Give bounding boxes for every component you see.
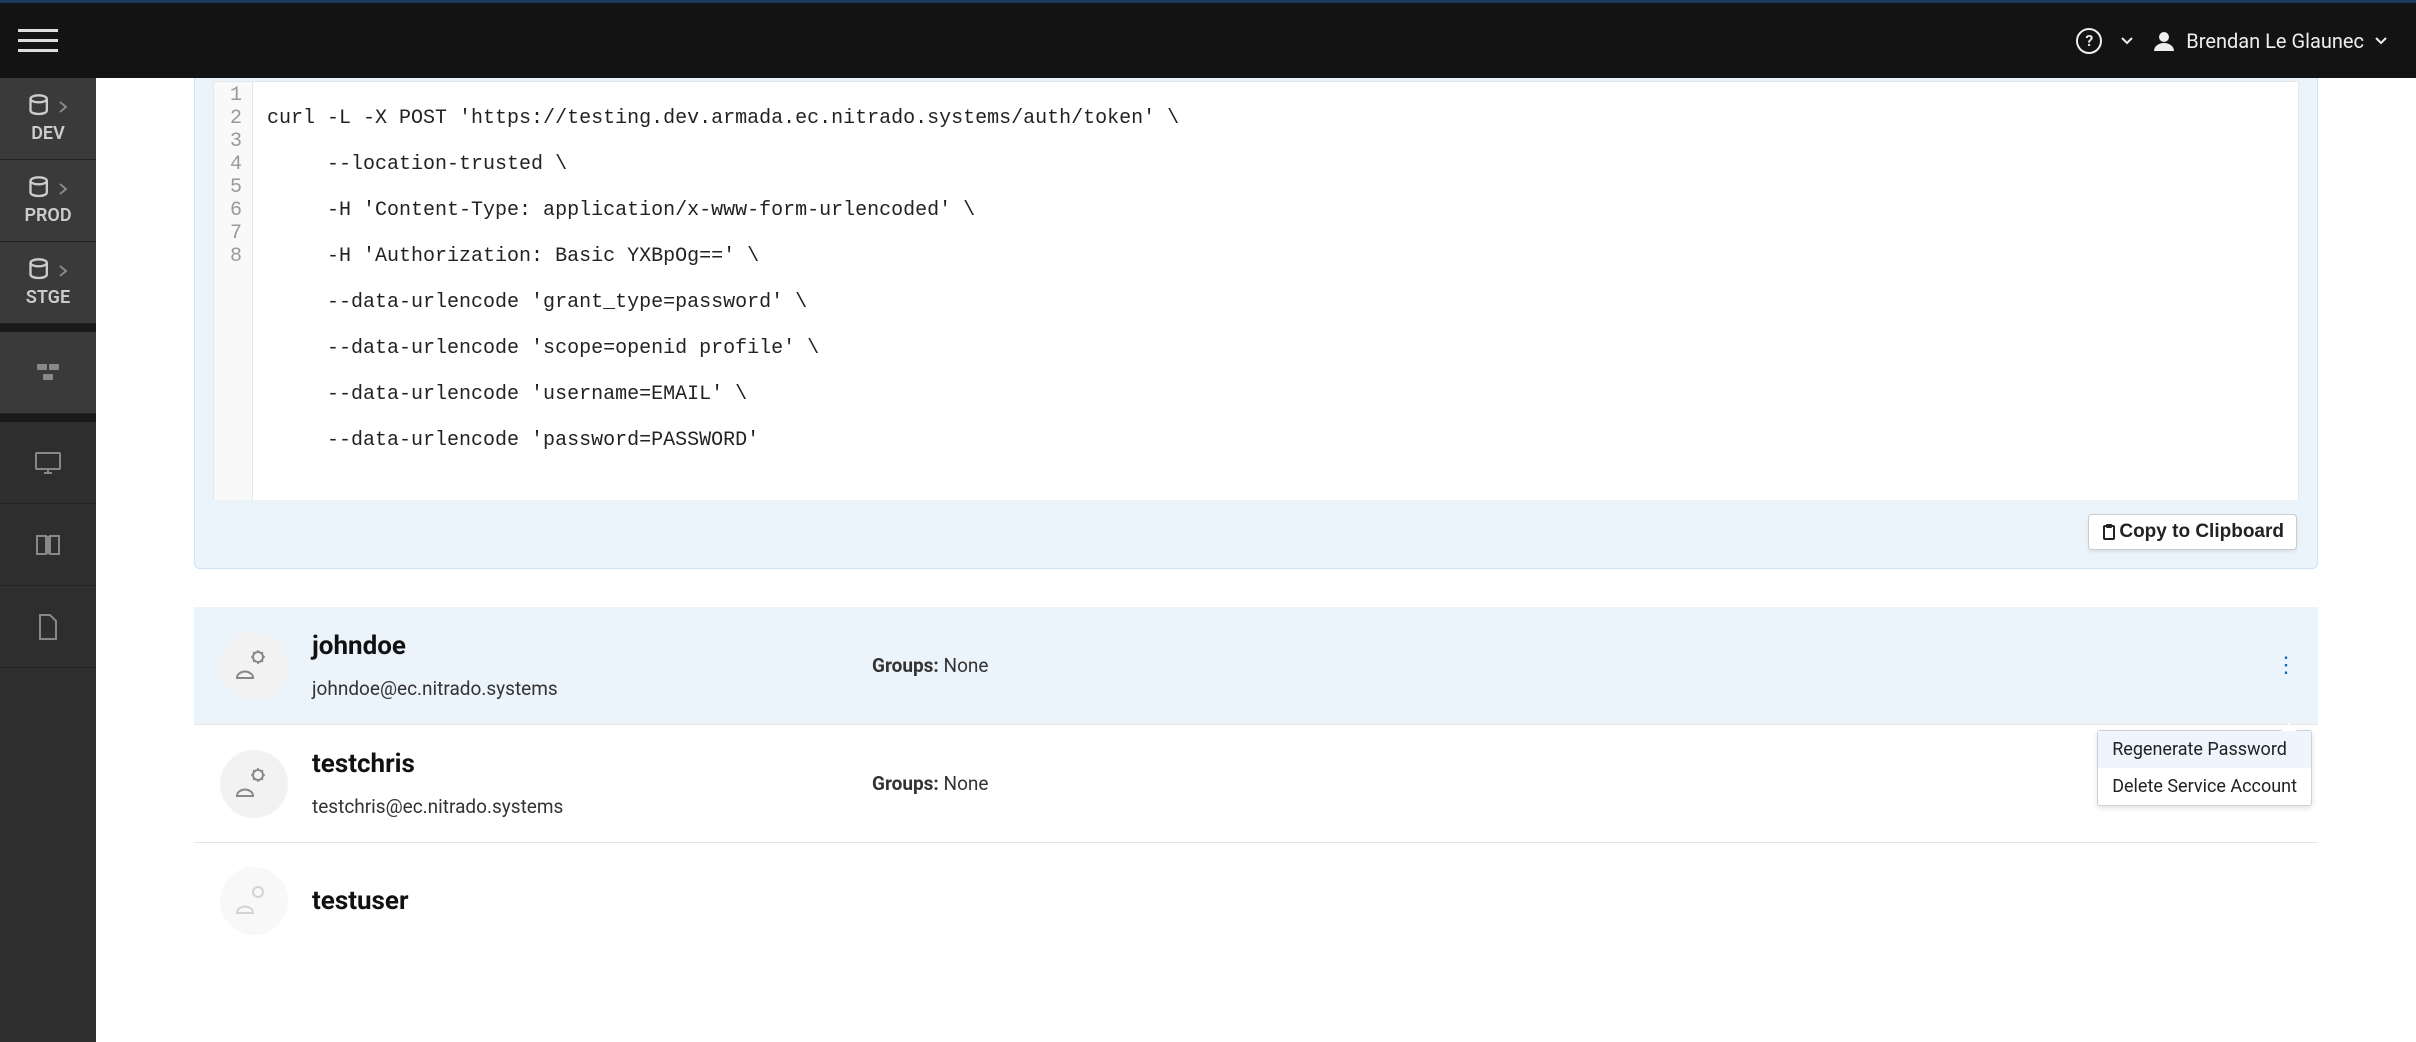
service-account-avatar bbox=[220, 632, 288, 700]
service-account-name: testchris bbox=[312, 749, 872, 779]
code-lines[interactable]: curl -L -X POST 'https://testing.dev.arm… bbox=[253, 82, 1193, 500]
dropdown-regenerate-password[interactable]: Regenerate Password bbox=[2098, 731, 2311, 768]
service-account-info: testchris testchris@ec.nitrado.systems bbox=[312, 749, 872, 818]
chevron-right-icon bbox=[57, 99, 69, 115]
service-accounts-list: johndoe johndoe@ec.nitrado.systems Group… bbox=[194, 607, 2318, 959]
topbar: ? Brendan Le Glaunec bbox=[0, 0, 2416, 78]
hamburger-menu-icon[interactable] bbox=[18, 25, 58, 57]
service-account-name: johndoe bbox=[312, 631, 872, 661]
user-name-label: Brendan Le Glaunec bbox=[2186, 29, 2364, 53]
service-account-icon bbox=[236, 649, 272, 683]
service-account-icon bbox=[236, 884, 272, 918]
sidebar-item-file[interactable] bbox=[0, 586, 96, 668]
code-card: 1 2 3 4 5 6 7 8 curl -L -X POST 'https:/… bbox=[194, 78, 2318, 569]
service-account-avatar bbox=[220, 867, 288, 935]
database-icon bbox=[27, 257, 55, 285]
service-account-icon bbox=[236, 767, 272, 801]
service-account-dropdown: Regenerate Password Delete Service Accou… bbox=[2097, 730, 2312, 806]
service-account-menu-button[interactable]: ⋮ bbox=[2270, 651, 2300, 681]
sidebar-item-stacks[interactable] bbox=[0, 332, 96, 414]
sidebar-item-monitor[interactable] bbox=[0, 422, 96, 504]
main-content: 1 2 3 4 5 6 7 8 curl -L -X POST 'https:/… bbox=[96, 78, 2416, 1042]
help-icon[interactable]: ? bbox=[2076, 28, 2102, 54]
service-account-email: testchris@ec.nitrado.systems bbox=[312, 795, 872, 818]
database-icon bbox=[27, 175, 55, 203]
sidebar-env-label: DEV bbox=[31, 123, 65, 144]
sidebar-env-label: STGE bbox=[26, 287, 70, 308]
monitor-icon bbox=[33, 450, 63, 476]
chevron-down-icon bbox=[2120, 34, 2134, 48]
user-menu[interactable]: Brendan Le Glaunec bbox=[2152, 29, 2388, 53]
service-account-avatar bbox=[220, 750, 288, 818]
sidebar-divider bbox=[0, 324, 96, 332]
sidebar-divider bbox=[0, 414, 96, 422]
service-account-name: testuser bbox=[312, 886, 872, 916]
topbar-right: ? Brendan Le Glaunec bbox=[2076, 28, 2388, 54]
database-icon bbox=[27, 93, 55, 121]
code-block: 1 2 3 4 5 6 7 8 curl -L -X POST 'https:/… bbox=[213, 81, 2299, 500]
clipboard-icon bbox=[2101, 523, 2117, 541]
service-account-info: johndoe johndoe@ec.nitrado.systems bbox=[312, 631, 872, 700]
service-account-row[interactable]: johndoe johndoe@ec.nitrado.systems Group… bbox=[194, 607, 2318, 725]
service-account-row[interactable]: testchris testchris@ec.nitrado.systems G… bbox=[194, 725, 2318, 843]
chevron-right-icon bbox=[57, 181, 69, 197]
service-account-groups: Groups: None bbox=[872, 772, 988, 795]
user-icon bbox=[2152, 29, 2176, 53]
sidebar-env-dev[interactable]: DEV bbox=[0, 78, 96, 160]
sidebar-item-docs[interactable] bbox=[0, 504, 96, 586]
service-account-groups: Groups: None bbox=[872, 654, 988, 677]
sidebar: DEV PROD STGE bbox=[0, 78, 96, 1042]
service-account-email: johndoe@ec.nitrado.systems bbox=[312, 677, 872, 700]
service-account-info: testuser bbox=[312, 886, 872, 916]
chevron-right-icon bbox=[57, 263, 69, 279]
copy-button-label: Copy to Clipboard bbox=[2119, 521, 2284, 543]
copy-to-clipboard-button[interactable]: Copy to Clipboard bbox=[2088, 514, 2297, 550]
dropdown-delete-account[interactable]: Delete Service Account bbox=[2098, 768, 2311, 805]
book-icon bbox=[33, 532, 63, 558]
sidebar-env-label: PROD bbox=[24, 205, 71, 226]
help-dropdown-toggle[interactable] bbox=[2120, 34, 2134, 48]
stacks-icon bbox=[33, 360, 63, 386]
code-gutter: 1 2 3 4 5 6 7 8 bbox=[214, 82, 253, 500]
sidebar-env-prod[interactable]: PROD bbox=[0, 160, 96, 242]
chevron-down-icon bbox=[2374, 34, 2388, 48]
file-icon bbox=[36, 613, 60, 641]
sidebar-env-stge[interactable]: STGE bbox=[0, 242, 96, 324]
service-account-row[interactable]: testuser bbox=[194, 843, 2318, 959]
